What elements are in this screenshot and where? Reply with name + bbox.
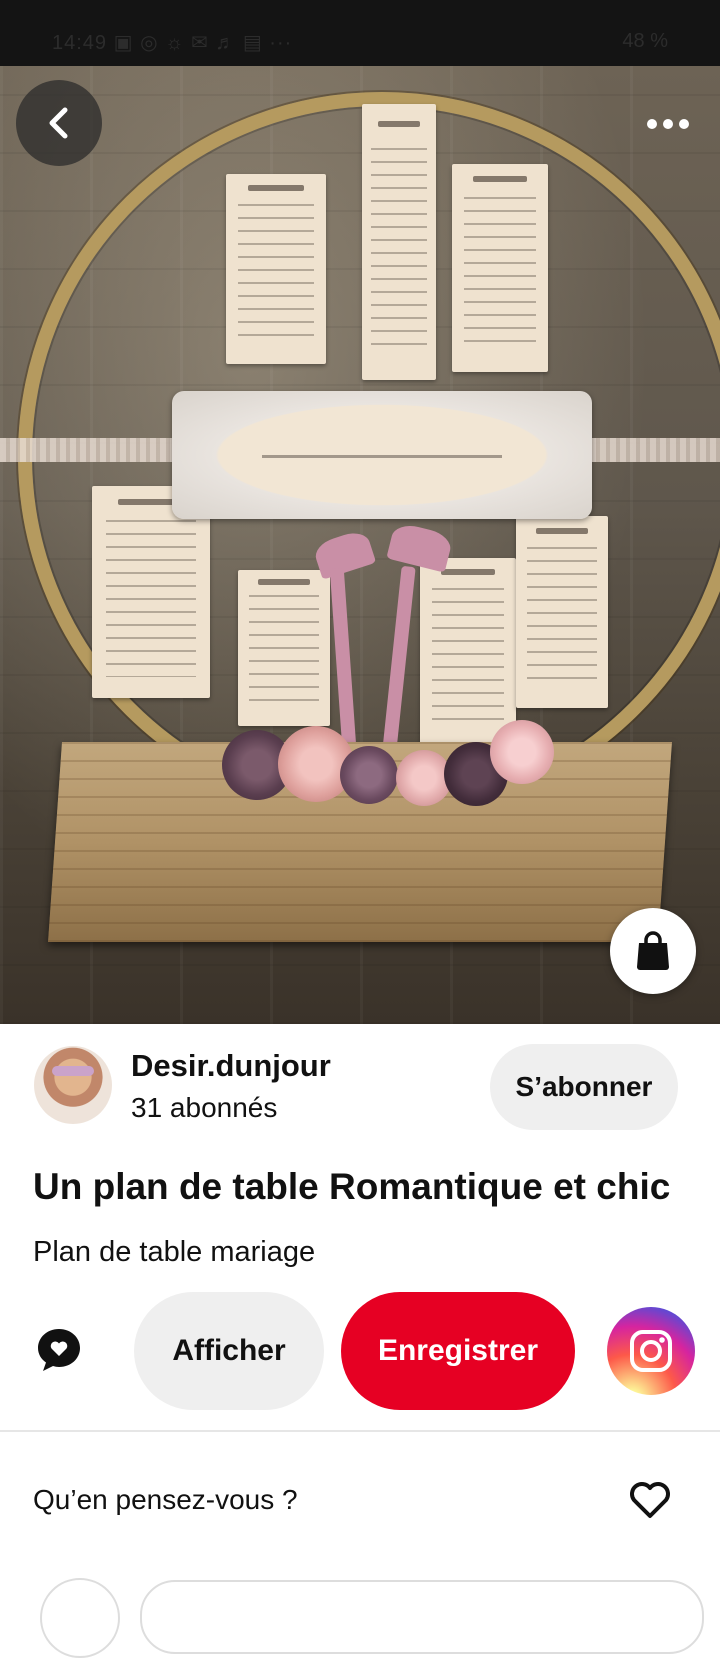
more-dots-icon bbox=[663, 119, 673, 129]
pin-image[interactable] bbox=[0, 66, 720, 1024]
comment-avatar bbox=[40, 1578, 120, 1658]
more-dots-icon bbox=[679, 119, 689, 129]
comment-input[interactable] bbox=[140, 1580, 704, 1654]
shopping-bag-icon bbox=[637, 931, 669, 970]
photo-plaque bbox=[172, 391, 592, 519]
status-battery: 48 % bbox=[622, 30, 668, 52]
status-time-text: 14:49 bbox=[52, 32, 108, 54]
comments-prompt: Qu’en pensez-vous ? bbox=[33, 1484, 298, 1515]
view-button[interactable]: Afficher bbox=[134, 1292, 324, 1410]
divider bbox=[0, 1430, 720, 1432]
like-button[interactable] bbox=[628, 1480, 672, 1520]
more-dots-icon bbox=[647, 119, 657, 129]
photo-card bbox=[362, 104, 436, 380]
follow-button[interactable]: S’abonner bbox=[490, 1044, 678, 1130]
photo-card bbox=[238, 570, 330, 726]
photo-card bbox=[452, 164, 548, 372]
photo-card bbox=[420, 558, 516, 744]
photo-card bbox=[226, 174, 326, 364]
shop-button[interactable] bbox=[610, 908, 696, 994]
more-options-button[interactable] bbox=[638, 102, 698, 146]
photo-card bbox=[516, 516, 608, 708]
back-button[interactable] bbox=[16, 80, 102, 166]
creator-followers: 31 abonnés bbox=[131, 1092, 278, 1123]
chevron-left-icon bbox=[49, 107, 68, 139]
status-bar: 14:49 ▣ ◎ ☼ ✉ ♬ ▤ ··· 48 % bbox=[0, 0, 720, 66]
avatar[interactable] bbox=[34, 1046, 112, 1124]
instagram-icon bbox=[630, 1330, 672, 1372]
photo-rose bbox=[340, 746, 398, 804]
creator-name[interactable]: Desir.dunjour bbox=[131, 1048, 331, 1084]
heart-icon bbox=[630, 1482, 670, 1518]
pin-title: Un plan de table Romantique et chic bbox=[33, 1166, 671, 1207]
photo-rose bbox=[490, 720, 554, 784]
share-instagram-button[interactable] bbox=[607, 1307, 695, 1395]
status-notification-icons: ▣ ◎ ☼ ✉ ♬ ▤ ··· bbox=[113, 32, 293, 54]
comment-icon bbox=[38, 1329, 80, 1371]
creator-row: Desir.dunjour 31 abonnés S’abonner bbox=[0, 1024, 720, 1144]
status-time: 14:49 ▣ ◎ ☼ ✉ ♬ ▤ ··· bbox=[52, 30, 292, 55]
comment-button[interactable] bbox=[34, 1325, 84, 1375]
pin-description: Plan de table mariage bbox=[33, 1236, 316, 1268]
save-button[interactable]: Enregistrer bbox=[341, 1292, 575, 1410]
